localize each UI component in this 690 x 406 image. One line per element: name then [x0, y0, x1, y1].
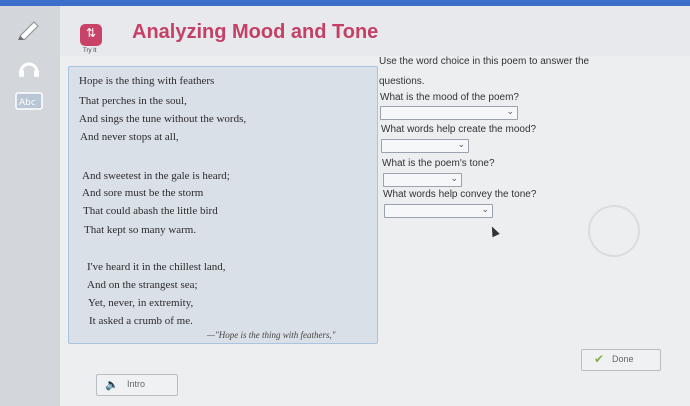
badge-caption: Try It [83, 48, 97, 54]
chevron-down-icon: ⌄ [481, 204, 489, 214]
chevron-down-icon: ⌄ [457, 139, 465, 149]
poem-line: And never stops at all, [80, 131, 179, 143]
mood-words-dropdown[interactable]: ⌄ [381, 139, 469, 153]
intro-button-label: Intro [127, 379, 146, 389]
poem-citation: —"Hope is the thing with feathers," [207, 330, 336, 340]
dictionary-icon: Abc [15, 92, 43, 110]
poem-panel: Hope is the thing with feathers That per… [68, 66, 378, 344]
poem-line: It asked a crumb of me. [89, 315, 193, 327]
svg-text:Abc: Abc [19, 98, 36, 108]
question-mood-words-label: What words help create the mood? [381, 124, 537, 135]
badge-icon: ⇅ [85, 26, 97, 40]
poem-line: Yet, never, in extremity, [88, 297, 194, 309]
poem-line: And sore must be the storm [82, 187, 204, 199]
poem-line: And on the strangest sea; [87, 279, 198, 291]
headphones-icon [19, 62, 39, 77]
instruction-text: questions. [379, 76, 425, 87]
pencil-icon [18, 21, 39, 40]
activity-header: ⇅ Try It Analyzing Mood and Tone [60, 6, 690, 56]
question-tone-words-label: What words help convey the tone? [383, 189, 537, 200]
chevron-down-icon: ⌄ [450, 173, 458, 183]
audio-tool-button[interactable] [14, 56, 44, 78]
done-button[interactable]: ✔ Done [581, 349, 661, 371]
instruction-text: Use the word choice in this poem to answ… [379, 56, 590, 67]
poem-line: That kept so many warm. [84, 224, 197, 236]
page-title: Analyzing Mood and Tone [132, 21, 379, 43]
poem-line: And sings the tune without the words, [79, 113, 247, 125]
screen-glare [588, 205, 640, 257]
dictionary-tool-button[interactable]: Abc [14, 90, 44, 112]
intro-button[interactable]: 🔈 Intro [96, 374, 178, 396]
poem-line: That could abash the little bird [83, 205, 218, 217]
poem-line: I've heard it in the chillest land, [87, 261, 226, 273]
poem-line: Hope is the thing with feathers [79, 75, 215, 87]
question-tone-label: What is the poem's tone? [382, 158, 495, 169]
pencil-tool-button[interactable] [14, 18, 44, 40]
try-it-badge: ⇅ [80, 24, 102, 46]
mood-dropdown[interactable]: ⌄ [380, 106, 518, 120]
tone-dropdown[interactable]: ⌄ [383, 173, 462, 187]
question-mood-label: What is the mood of the poem? [380, 92, 519, 103]
tool-sidebar: Abc [0, 6, 60, 406]
poem-line: And sweetest in the gale is heard; [82, 170, 230, 182]
checkmark-icon: ✔ [594, 352, 605, 366]
poem-line: That perches in the soul, [79, 95, 187, 107]
done-button-label: Done [612, 354, 634, 364]
speaker-icon: 🔈 [105, 379, 119, 391]
chevron-down-icon: ⌄ [506, 106, 514, 116]
tone-words-dropdown[interactable]: ⌄ [384, 204, 493, 218]
